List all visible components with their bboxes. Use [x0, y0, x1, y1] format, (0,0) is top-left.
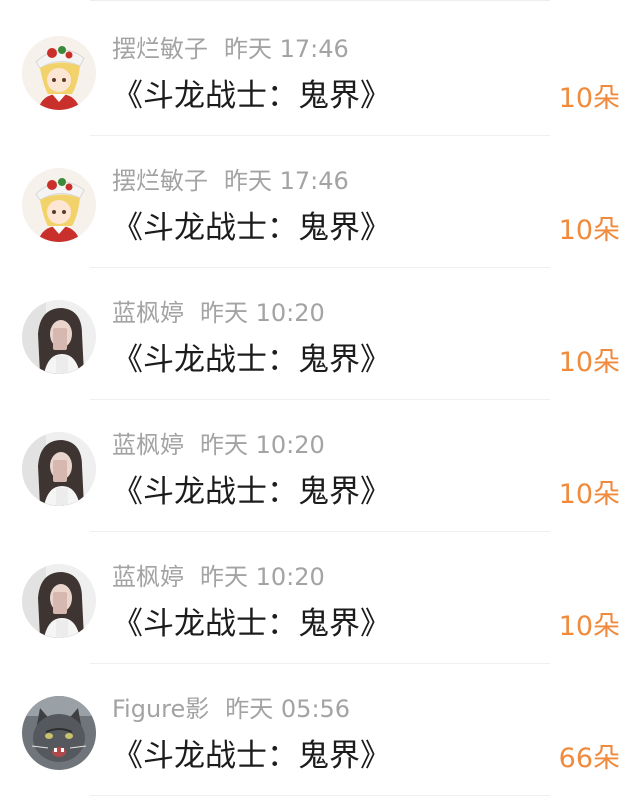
avatar[interactable]: [22, 36, 96, 110]
avatar[interactable]: [22, 564, 96, 638]
send-time: 昨天 10:20: [200, 431, 325, 459]
sender-meta: Figure影 昨天 05:56: [112, 694, 350, 724]
gift-title: 《斗龙战士：鬼界》: [112, 78, 391, 114]
send-time: 昨天 10:20: [200, 563, 325, 591]
avatar[interactable]: [22, 168, 96, 242]
gift-title: 《斗龙战士：鬼界》: [112, 474, 391, 510]
sender-meta: 蓝枫婷 昨天 10:20: [112, 298, 325, 328]
sender-username[interactable]: 蓝枫婷: [112, 431, 184, 459]
avatar[interactable]: [22, 432, 96, 506]
sender-username[interactable]: 摆烂敏子: [112, 35, 208, 63]
list-item[interactable]: Figure影 昨天 05:56 《斗龙战士：鬼界》 66朵: [0, 664, 640, 796]
flower-count: 10朵: [558, 347, 620, 378]
flower-count: 10朵: [558, 83, 620, 114]
list-item[interactable]: 蓝枫婷 昨天 10:20 《斗龙战士：鬼界》 10朵: [0, 400, 640, 532]
list-item[interactable]: 摆烂敏子 昨天 17:46 《斗龙战士：鬼界》 10朵: [0, 136, 640, 268]
gift-title: 《斗龙战士：鬼界》: [112, 606, 391, 642]
sender-meta: 摆烂敏子 昨天 17:46: [112, 166, 349, 196]
sender-username[interactable]: 蓝枫婷: [112, 563, 184, 591]
flower-count: 10朵: [558, 479, 620, 510]
divider: [90, 0, 550, 1]
send-time: 昨天 17:46: [224, 167, 349, 195]
sender-username[interactable]: Figure影: [112, 695, 209, 723]
sender-meta: 蓝枫婷 昨天 10:20: [112, 430, 325, 460]
send-time: 昨天 05:56: [225, 695, 351, 723]
gift-record-list: 摆烂敏子 昨天 17:46 《斗龙战士：鬼界》 10朵 摆烂敏子 昨天 17:46 《斗龙战…: [0, 0, 640, 812]
flower-count: 10朵: [558, 215, 620, 246]
gift-title: 《斗龙战士：鬼界》: [112, 738, 391, 774]
avatar[interactable]: [22, 696, 96, 770]
divider: [90, 795, 550, 796]
sender-meta: 摆烂敏子 昨天 17:46: [112, 34, 349, 64]
list-item[interactable]: 蓝枫婷 昨天 10:20 《斗龙战士：鬼界》 10朵: [0, 268, 640, 400]
flower-count: 66朵: [558, 743, 620, 774]
gift-title: 《斗龙战士：鬼界》: [112, 342, 391, 378]
list-item[interactable]: 摆烂敏子 昨天 17:46 《斗龙战士：鬼界》 10朵: [0, 4, 640, 136]
avatar[interactable]: [22, 300, 96, 374]
gift-title: 《斗龙战士：鬼界》: [112, 210, 391, 246]
send-time: 昨天 17:46: [224, 35, 349, 63]
sender-username[interactable]: 蓝枫婷: [112, 299, 184, 327]
sender-meta: 蓝枫婷 昨天 10:20: [112, 562, 325, 592]
list-item[interactable]: 蓝枫婷 昨天 10:20 《斗龙战士：鬼界》 10朵: [0, 532, 640, 664]
send-time: 昨天 10:20: [200, 299, 325, 327]
flower-count: 10朵: [558, 611, 620, 642]
sender-username[interactable]: 摆烂敏子: [112, 167, 208, 195]
